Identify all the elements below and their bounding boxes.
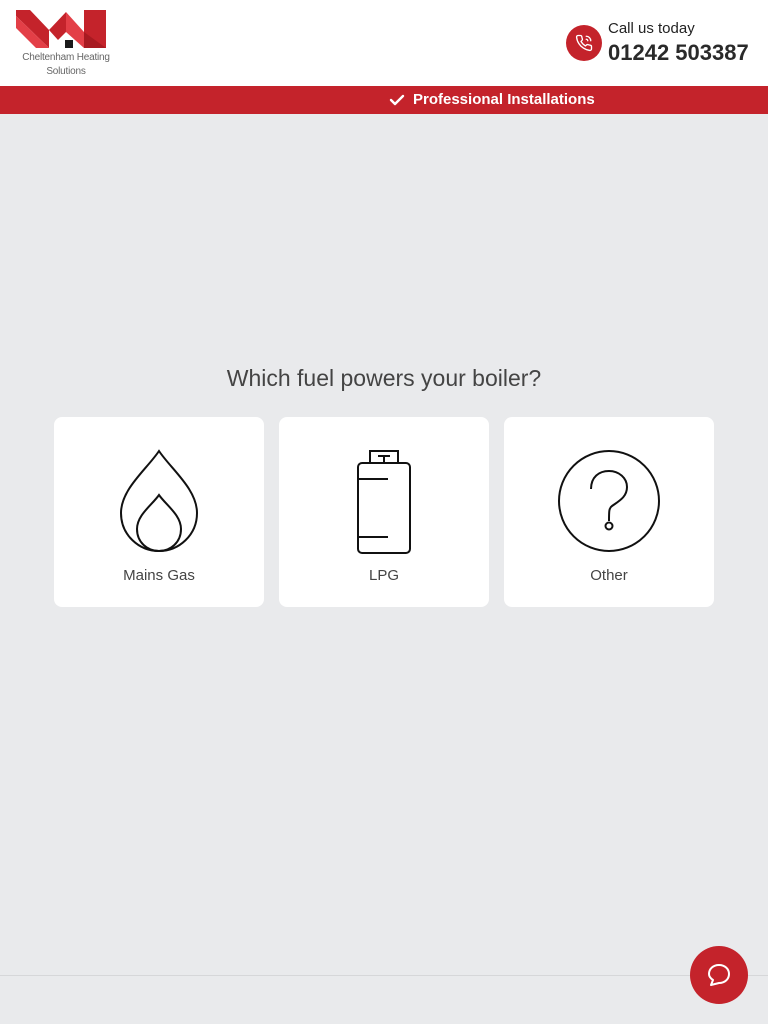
features-banner: Professional Installations — [0, 86, 768, 114]
phone-number-link[interactable]: 01242 503387 — [608, 40, 749, 66]
call-us-block[interactable]: Call us today 01242 503387 — [566, 20, 752, 68]
checkmark-icon — [389, 94, 405, 106]
option-mains-gas[interactable]: Mains Gas — [54, 417, 264, 607]
banner-text: Professional Installations — [413, 91, 595, 108]
option-other[interactable]: Other — [504, 417, 714, 607]
chat-bubble-icon — [708, 964, 730, 986]
phone-icon[interactable] — [566, 25, 602, 61]
logo-text-line1: Cheltenham Heating — [22, 52, 110, 63]
gas-bottle-icon — [357, 450, 411, 554]
option-label: LPG — [368, 567, 399, 584]
call-us-label: Call us today — [608, 20, 695, 37]
question-circle-icon — [558, 450, 660, 552]
option-lpg[interactable]: LPG — [279, 417, 489, 607]
site-header: Cheltenham Heating Solutions Call us tod… — [0, 0, 768, 86]
option-label: Other — [590, 567, 628, 584]
company-logo[interactable]: Cheltenham Heating Solutions — [14, 8, 118, 80]
question-heading: Which fuel powers your boiler? — [226, 365, 542, 391]
option-label: Mains Gas — [123, 567, 195, 584]
house-roof-logo-icon — [16, 10, 106, 48]
logo-text-line2: Solutions — [46, 66, 86, 77]
chat-button[interactable] — [690, 946, 748, 1004]
flame-icon — [119, 449, 199, 553]
footer-divider — [0, 975, 768, 976]
